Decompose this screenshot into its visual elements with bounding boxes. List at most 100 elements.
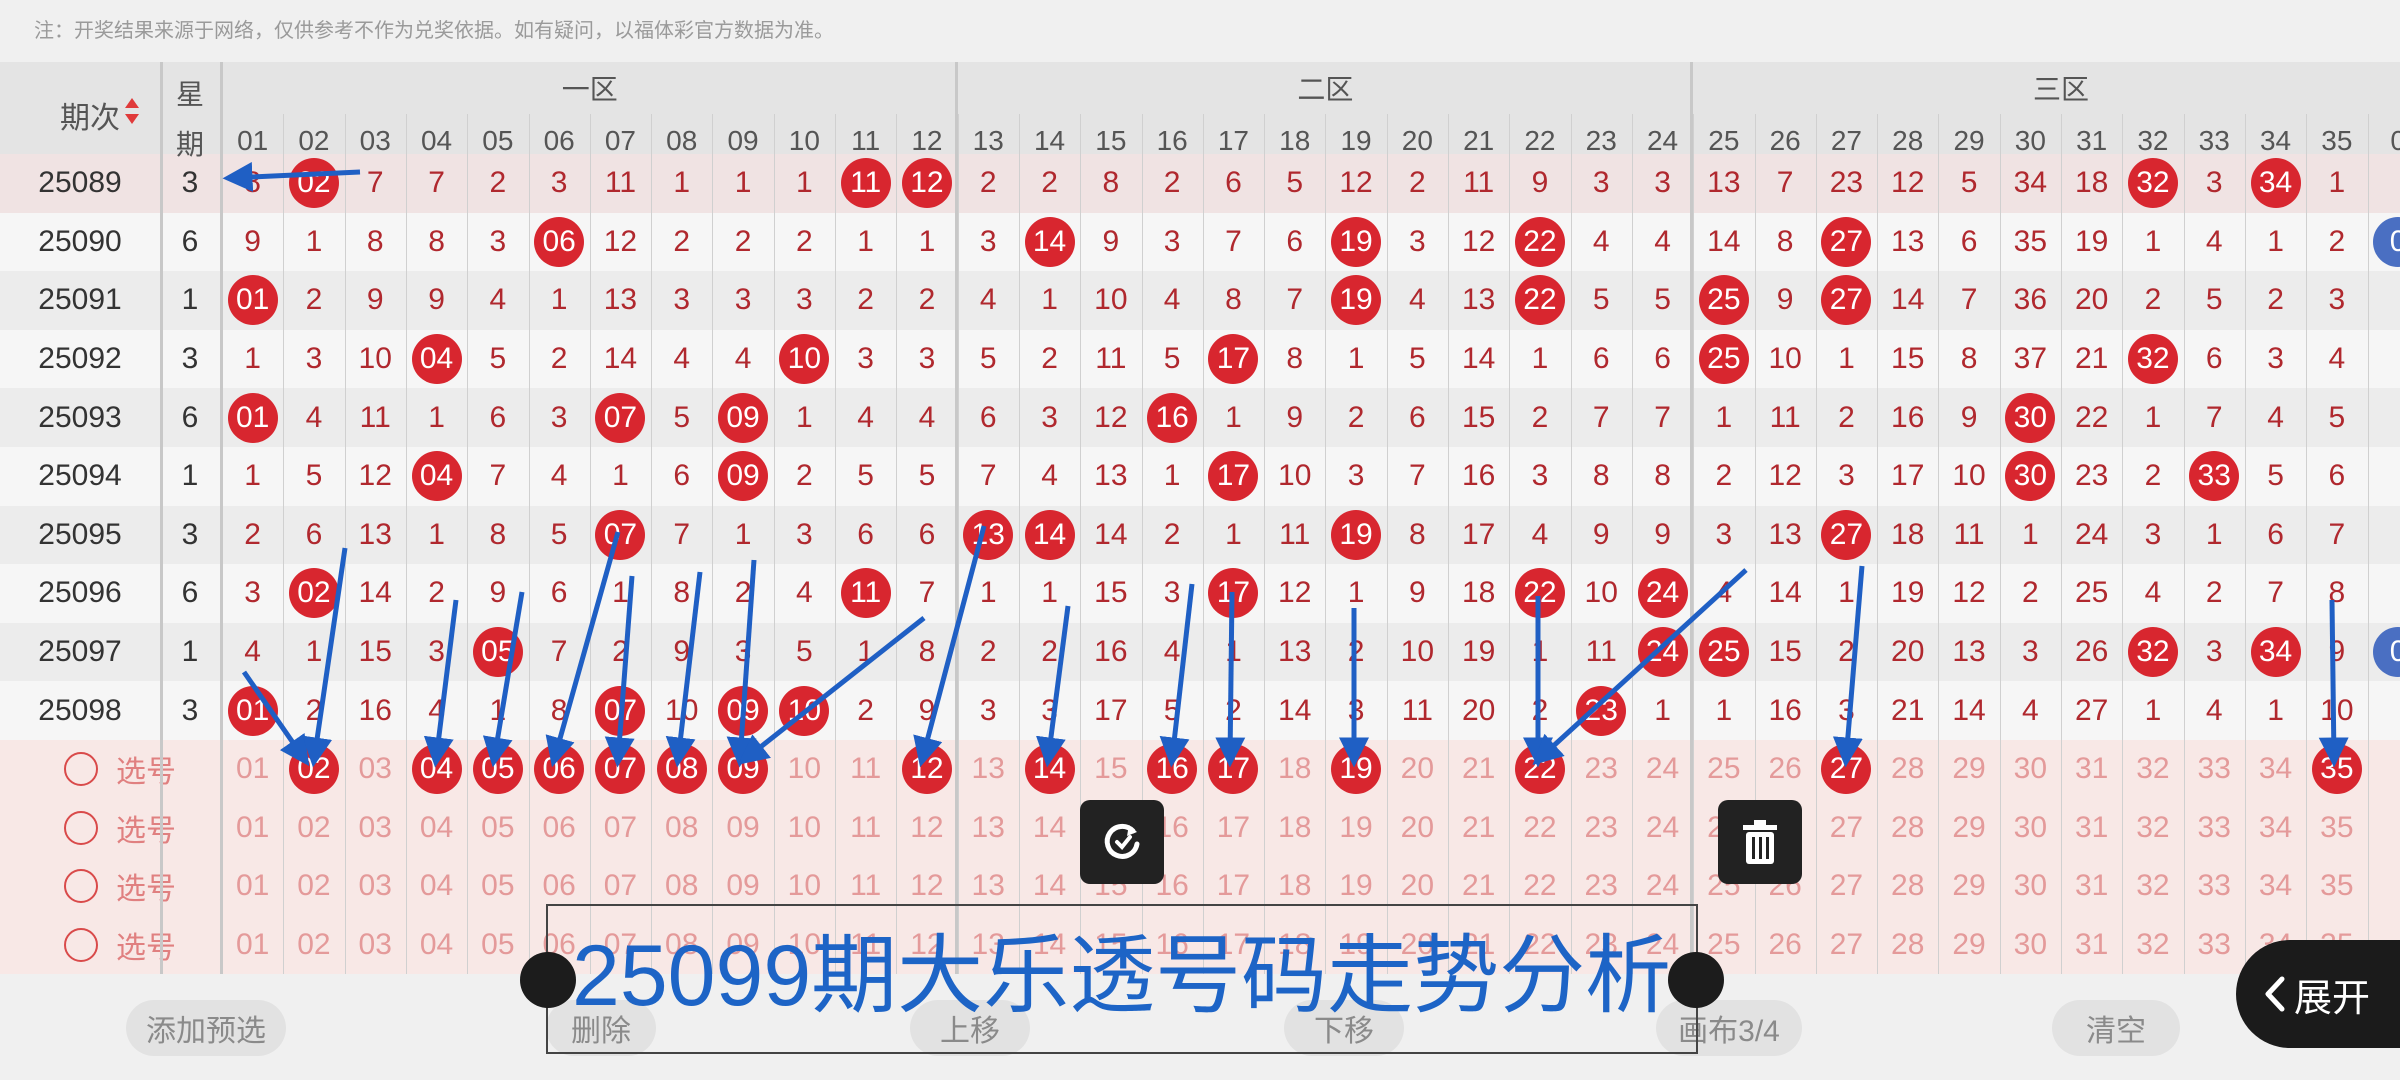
- pick-number[interactable]: 09: [712, 740, 773, 799]
- selected-pick-ball[interactable]: 19: [1331, 744, 1382, 795]
- pick-number[interactable]: 29: [1938, 740, 1999, 799]
- pick-number[interactable]: 03: [345, 916, 406, 974]
- selected-pick-ball[interactable]: 16: [1147, 744, 1198, 795]
- pick-number[interactable]: 11: [835, 740, 896, 799]
- pick-number[interactable]: 33: [2184, 857, 2245, 916]
- pick-number[interactable]: 14: [1019, 740, 1080, 799]
- pick-number[interactable]: 27: [1816, 740, 1877, 799]
- pick-number[interactable]: 01: [222, 857, 283, 916]
- pick-number[interactable]: 04: [406, 857, 467, 916]
- selected-pick-ball[interactable]: 12: [901, 744, 952, 795]
- period-header[interactable]: 期次: [40, 62, 160, 168]
- pick-number[interactable]: 20: [1387, 799, 1448, 858]
- pick-number[interactable]: 14: [1019, 799, 1080, 858]
- pick-number[interactable]: 30: [2000, 799, 2061, 858]
- selected-pick-ball[interactable]: 35: [2311, 744, 2362, 795]
- selected-pick-ball[interactable]: 05: [472, 744, 523, 795]
- pick-row-selector[interactable]: 选号: [40, 857, 200, 916]
- expand-button[interactable]: 展开: [2236, 940, 2400, 1048]
- pick-number[interactable]: 21: [1448, 740, 1509, 799]
- pick-number[interactable]: 19: [1325, 799, 1386, 858]
- pick-number[interactable]: 03: [345, 857, 406, 916]
- selected-pick-ball[interactable]: 04: [411, 744, 462, 795]
- pick-number[interactable]: 33: [2184, 740, 2245, 799]
- pick-number[interactable]: 32: [2122, 857, 2183, 916]
- pick-number[interactable]: 27: [1816, 916, 1877, 974]
- pick-number[interactable]: 31: [2061, 799, 2122, 858]
- pick-number[interactable]: 02: [283, 740, 344, 799]
- pick-number[interactable]: 22: [1509, 740, 1570, 799]
- pick-number[interactable]: 13: [958, 799, 1019, 858]
- pick-number[interactable]: 35: [2306, 857, 2367, 916]
- pick-number[interactable]: 17: [1203, 740, 1264, 799]
- pick-number[interactable]: 28: [1877, 799, 1938, 858]
- selected-pick-ball[interactable]: 14: [1024, 744, 1075, 795]
- pick-number[interactable]: 02: [283, 857, 344, 916]
- trash-button[interactable]: [1718, 800, 1802, 884]
- pick-number[interactable]: 33: [2184, 916, 2245, 974]
- pick-number[interactable]: 28: [1877, 857, 1938, 916]
- pick-number[interactable]: 19: [1325, 740, 1386, 799]
- pick-number[interactable]: 09: [712, 799, 773, 858]
- pick-number[interactable]: 25: [1693, 740, 1754, 799]
- pick-number[interactable]: 04: [406, 916, 467, 974]
- pick-number[interactable]: 16: [1142, 740, 1203, 799]
- pick-number[interactable]: 28: [1877, 740, 1938, 799]
- pick-number[interactable]: 34: [2245, 740, 2306, 799]
- pick-number[interactable]: 35: [2306, 740, 2367, 799]
- pick-number[interactable]: 30: [2000, 857, 2061, 916]
- pick-number[interactable]: 08: [651, 740, 712, 799]
- pick-number[interactable]: 23: [1571, 799, 1632, 858]
- pick-radio[interactable]: [64, 869, 98, 904]
- pick-row-selector[interactable]: 选号: [40, 799, 200, 858]
- pick-number[interactable]: 02: [283, 916, 344, 974]
- pick-row-selector[interactable]: 选号: [40, 916, 200, 974]
- pick-number[interactable]: 32: [2122, 799, 2183, 858]
- selected-pick-ball[interactable]: 09: [718, 744, 769, 795]
- pick-number[interactable]: 35: [2306, 799, 2367, 858]
- pick-number[interactable]: 01: [222, 916, 283, 974]
- pick-number[interactable]: 10: [774, 740, 835, 799]
- pick-number[interactable]: 31: [2061, 857, 2122, 916]
- pick-number[interactable]: 11: [835, 799, 896, 858]
- pick-number[interactable]: 32: [2122, 740, 2183, 799]
- pick-number[interactable]: 27: [1816, 857, 1877, 916]
- pick-number[interactable]: 18: [1264, 740, 1325, 799]
- pick-number[interactable]: 30: [2000, 916, 2061, 974]
- refresh-button[interactable]: [1080, 800, 1164, 884]
- pick-number[interactable]: 13: [958, 740, 1019, 799]
- pick-number[interactable]: 32: [2122, 916, 2183, 974]
- pick-number[interactable]: 23: [1571, 740, 1632, 799]
- selected-pick-ball[interactable]: 02: [288, 744, 339, 795]
- pick-number[interactable]: 05: [467, 857, 528, 916]
- pick-number[interactable]: 17: [1203, 799, 1264, 858]
- pick-radio[interactable]: [64, 810, 98, 845]
- clear-button[interactable]: 清空: [2052, 1000, 2180, 1056]
- pick-number[interactable]: 10: [774, 799, 835, 858]
- pick-number[interactable]: 08: [651, 799, 712, 858]
- pick-number[interactable]: 26: [1755, 740, 1816, 799]
- pick-number[interactable]: 15: [1080, 740, 1141, 799]
- pick-number[interactable]: 31: [2061, 916, 2122, 974]
- pick-number[interactable]: 03: [345, 799, 406, 858]
- pick-number[interactable]: 05: [467, 740, 528, 799]
- pick-number[interactable]: 24: [1632, 740, 1693, 799]
- pick-number[interactable]: 34: [2245, 799, 2306, 858]
- pick-number[interactable]: 24: [1632, 799, 1693, 858]
- pick-number[interactable]: 20: [1387, 740, 1448, 799]
- pick-number[interactable]: 21: [1448, 799, 1509, 858]
- pick-number[interactable]: 29: [1938, 799, 1999, 858]
- selected-pick-ball[interactable]: 07: [595, 744, 646, 795]
- pick-number[interactable]: 26: [1755, 916, 1816, 974]
- pick-number[interactable]: 04: [406, 740, 467, 799]
- selected-pick-ball[interactable]: 27: [1821, 744, 1872, 795]
- pick-number[interactable]: 04: [406, 799, 467, 858]
- add-preselect-button[interactable]: 添加预选: [126, 1000, 286, 1056]
- pick-number[interactable]: 05: [467, 916, 528, 974]
- pick-number[interactable]: 07: [590, 740, 651, 799]
- pick-number[interactable]: 06: [529, 799, 590, 858]
- pick-radio[interactable]: [64, 752, 98, 787]
- pick-number[interactable]: 01: [222, 740, 283, 799]
- selected-pick-ball[interactable]: 17: [1208, 744, 1259, 795]
- pick-number[interactable]: 22: [1509, 799, 1570, 858]
